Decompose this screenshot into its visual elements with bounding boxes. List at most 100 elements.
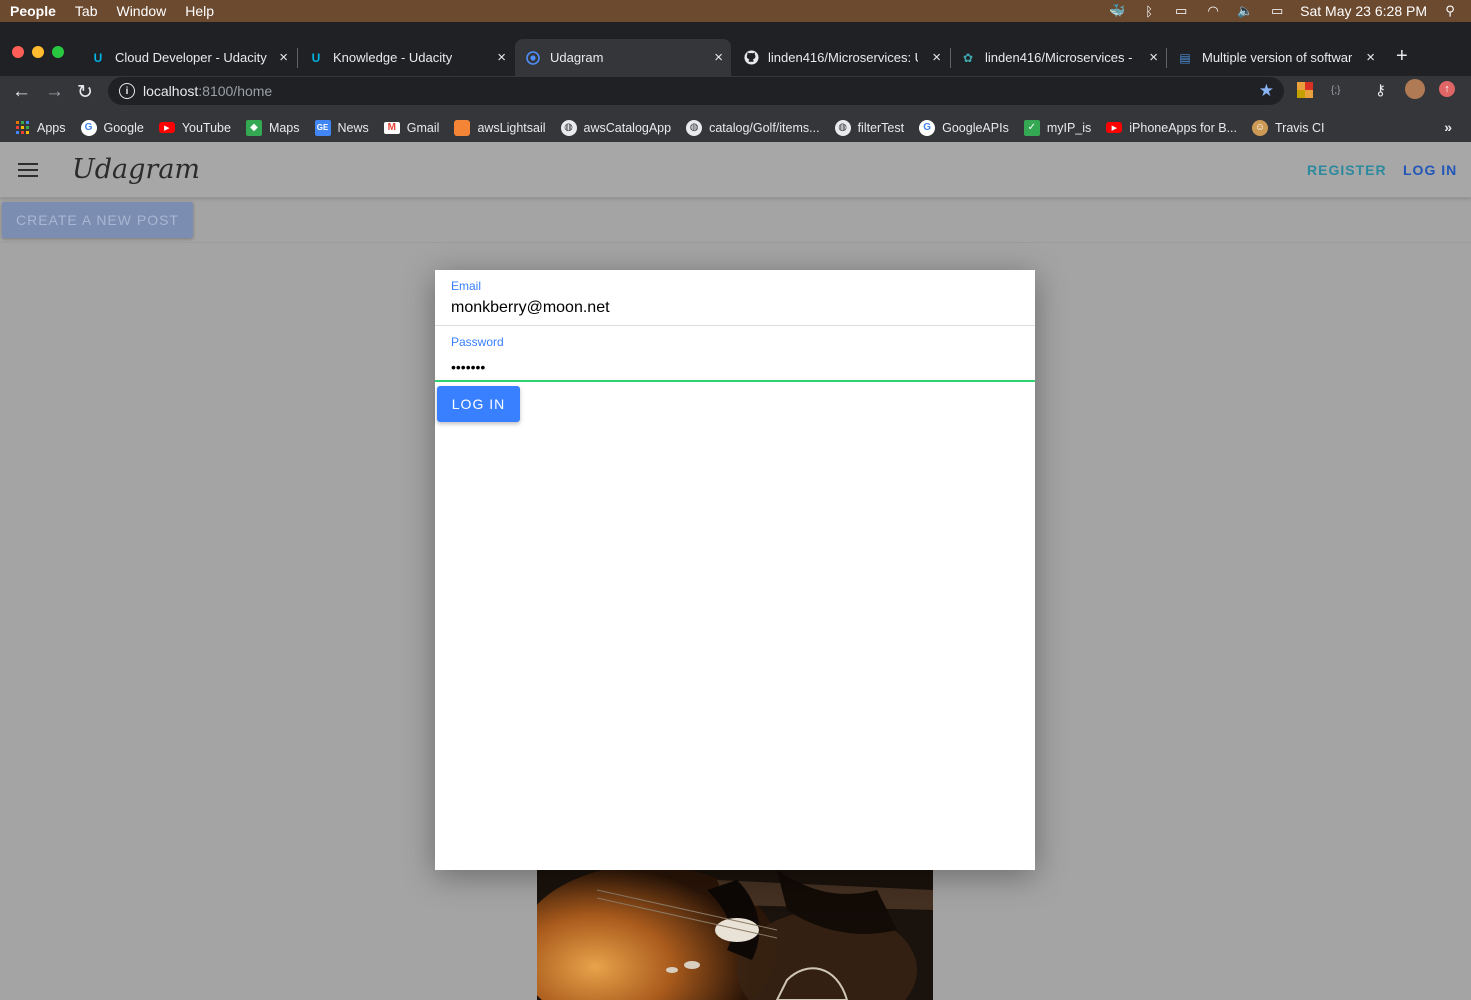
menu-tab[interactable]: Tab [75, 3, 98, 19]
bookmark-label: Travis CI [1274, 120, 1325, 135]
bookmark-label: catalog/Golf/items... [709, 120, 820, 135]
tab-title: linden416/Microservices - [985, 50, 1133, 65]
bookmark-gmail[interactable]: M Gmail [383, 120, 440, 135]
bookmark-label: News [337, 120, 369, 135]
password-input[interactable]: ••••••• [451, 359, 485, 375]
bookmark-label: filterTest [857, 120, 905, 135]
bookmark-label: GoogleAPIs [942, 120, 1009, 135]
close-tab-icon[interactable]: × [932, 49, 941, 66]
tab-github-microservices[interactable]: linden416/Microservices: U × [733, 39, 949, 76]
key-icon[interactable]: ⚷ [1375, 81, 1391, 99]
airplay-icon[interactable]: ▭ [1172, 3, 1190, 18]
udacity-icon: U [311, 50, 321, 65]
close-tab-icon[interactable]: × [279, 49, 288, 66]
post-image [537, 870, 933, 1000]
email-input[interactable]: monkberry@moon.net [451, 299, 610, 317]
bookmark-apps[interactable]: Apps [14, 120, 66, 136]
login-link[interactable]: LOG IN [1403, 162, 1457, 178]
bookmark-google[interactable]: G Google [80, 119, 144, 136]
email-field[interactable]: Email monkberry@moon.net [435, 270, 1035, 326]
close-tab-icon[interactable]: × [714, 49, 723, 66]
bookmark-catalog-golf[interactable]: ◍ catalog/Golf/items... [686, 119, 820, 136]
menu-clock[interactable]: Sat May 23 6:28 PM [1300, 3, 1427, 19]
tab-title: Multiple version of softwar [1202, 50, 1352, 65]
news-icon: GE [314, 119, 331, 136]
menu-help[interactable]: Help [185, 3, 214, 19]
update-icon[interactable]: ↑ [1439, 81, 1455, 97]
bookmark-news[interactable]: GE News [314, 119, 369, 136]
app-header: Udagram REGISTER LOG IN [0, 142, 1471, 198]
tab-knowledge[interactable]: U Knowledge - Udacity × [298, 39, 514, 76]
bookmark-iphoneapps[interactable]: ▶ iPhoneApps for B... [1106, 121, 1237, 135]
globe-icon: ◍ [686, 119, 703, 136]
bookmark-travisci[interactable]: ☺ Travis CI [1251, 119, 1325, 136]
bookmark-label: Google [103, 120, 144, 135]
bookmark-awscatalogapp[interactable]: ◍ awsCatalogApp [560, 119, 672, 136]
macos-menu-bar: People Tab Window Help 🐳 ᛒ ▭ ◠ 🔈 ▭ Sat M… [0, 0, 1471, 22]
bookmark-myip[interactable]: ✓ myIP_is [1023, 119, 1092, 136]
youtube-icon: ▶ [1106, 122, 1123, 133]
bookmark-googleapis[interactable]: G GoogleAPIs [919, 119, 1009, 136]
back-arrow-icon[interactable]: ← [12, 81, 31, 103]
bluetooth-icon[interactable]: ᛒ [1140, 4, 1158, 19]
tab-multiple-version[interactable]: ▤ Multiple version of softwar × [1167, 39, 1383, 76]
tab-strip: U Cloud Developer - Udacity × U Knowledg… [0, 22, 1471, 76]
travis-icon: ✿ [962, 50, 974, 65]
close-window-button[interactable] [12, 46, 24, 58]
bookmark-label: awsLightsail [477, 120, 546, 135]
close-tab-icon[interactable]: × [1149, 49, 1158, 66]
tab-travis-microservices[interactable]: ✿ linden416/Microservices - × [950, 39, 1166, 76]
register-link[interactable]: REGISTER [1307, 162, 1387, 178]
divider [0, 242, 1471, 243]
more-bookmarks-icon[interactable]: » [1444, 119, 1452, 135]
tab-udagram[interactable]: Udagram × [515, 39, 731, 76]
volume-icon[interactable]: 🔈 [1236, 3, 1254, 18]
maps-icon: ◆ [245, 119, 262, 136]
battery-icon[interactable]: ▭ [1268, 3, 1286, 18]
json-viewer-icon[interactable]: {;} [1331, 85, 1347, 101]
bookmark-youtube[interactable]: ▶ YouTube [158, 120, 231, 135]
zoom-window-button[interactable] [52, 46, 64, 58]
bookmark-star-icon[interactable]: ★ [1259, 81, 1274, 101]
tab-title: Udagram [550, 50, 604, 65]
apps-grid-icon [14, 120, 30, 136]
youtube-icon: ▶ [158, 122, 175, 133]
extension-icon[interactable] [1297, 82, 1313, 98]
tab-title: Cloud Developer - Udacity [115, 50, 267, 65]
menu-window[interactable]: Window [116, 3, 166, 19]
window-controls [12, 46, 64, 58]
bookmark-awslightsail[interactable]: awsLightsail [454, 119, 546, 136]
bookmark-label: myIP_is [1046, 120, 1092, 135]
create-new-post-button[interactable]: CREATE A NEW POST [2, 202, 193, 238]
bookmark-label: awsCatalogApp [583, 120, 672, 135]
close-tab-icon[interactable]: × [1366, 49, 1375, 66]
menu-icon[interactable] [18, 163, 38, 177]
menu-people[interactable]: People [10, 3, 56, 19]
login-submit-button[interactable]: LOG IN [437, 386, 520, 422]
wifi-icon[interactable]: ◠ [1204, 3, 1222, 18]
url-path: :8100/home [198, 83, 273, 99]
bookmark-label: Gmail [406, 120, 440, 135]
close-tab-icon[interactable]: × [497, 49, 506, 66]
new-tab-button[interactable]: + [1396, 45, 1408, 68]
browser-window: U Cloud Developer - Udacity × U Knowledg… [0, 22, 1471, 142]
bookmark-label: Maps [268, 120, 300, 135]
bookmark-maps[interactable]: ◆ Maps [245, 119, 300, 136]
email-label: Email [451, 279, 482, 293]
address-bar[interactable]: i localhost :8100/home ★ [108, 77, 1284, 105]
profile-avatar[interactable] [1405, 79, 1425, 99]
ionic-icon [525, 50, 541, 66]
minimize-window-button[interactable] [32, 46, 44, 58]
bookmarks-bar: Apps G Google ▶ YouTube ◆ Maps GE News M… [0, 113, 1471, 142]
bookmark-filtertest[interactable]: ◍ filterTest [834, 119, 905, 136]
docker-icon[interactable]: 🐳 [1108, 3, 1126, 18]
site-info-icon[interactable]: i [119, 83, 135, 99]
tab-title: linden416/Microservices: U [768, 50, 918, 65]
spotlight-search-icon[interactable]: ⚲ [1441, 3, 1459, 18]
gmail-icon: M [383, 121, 400, 134]
reload-icon[interactable]: ↻ [77, 81, 93, 104]
forward-arrow-icon[interactable]: → [45, 81, 64, 103]
tab-cloud-developer[interactable]: U Cloud Developer - Udacity × [80, 39, 296, 76]
password-field[interactable]: Password ••••••• [435, 326, 1035, 382]
bookmark-label: YouTube [181, 120, 231, 135]
